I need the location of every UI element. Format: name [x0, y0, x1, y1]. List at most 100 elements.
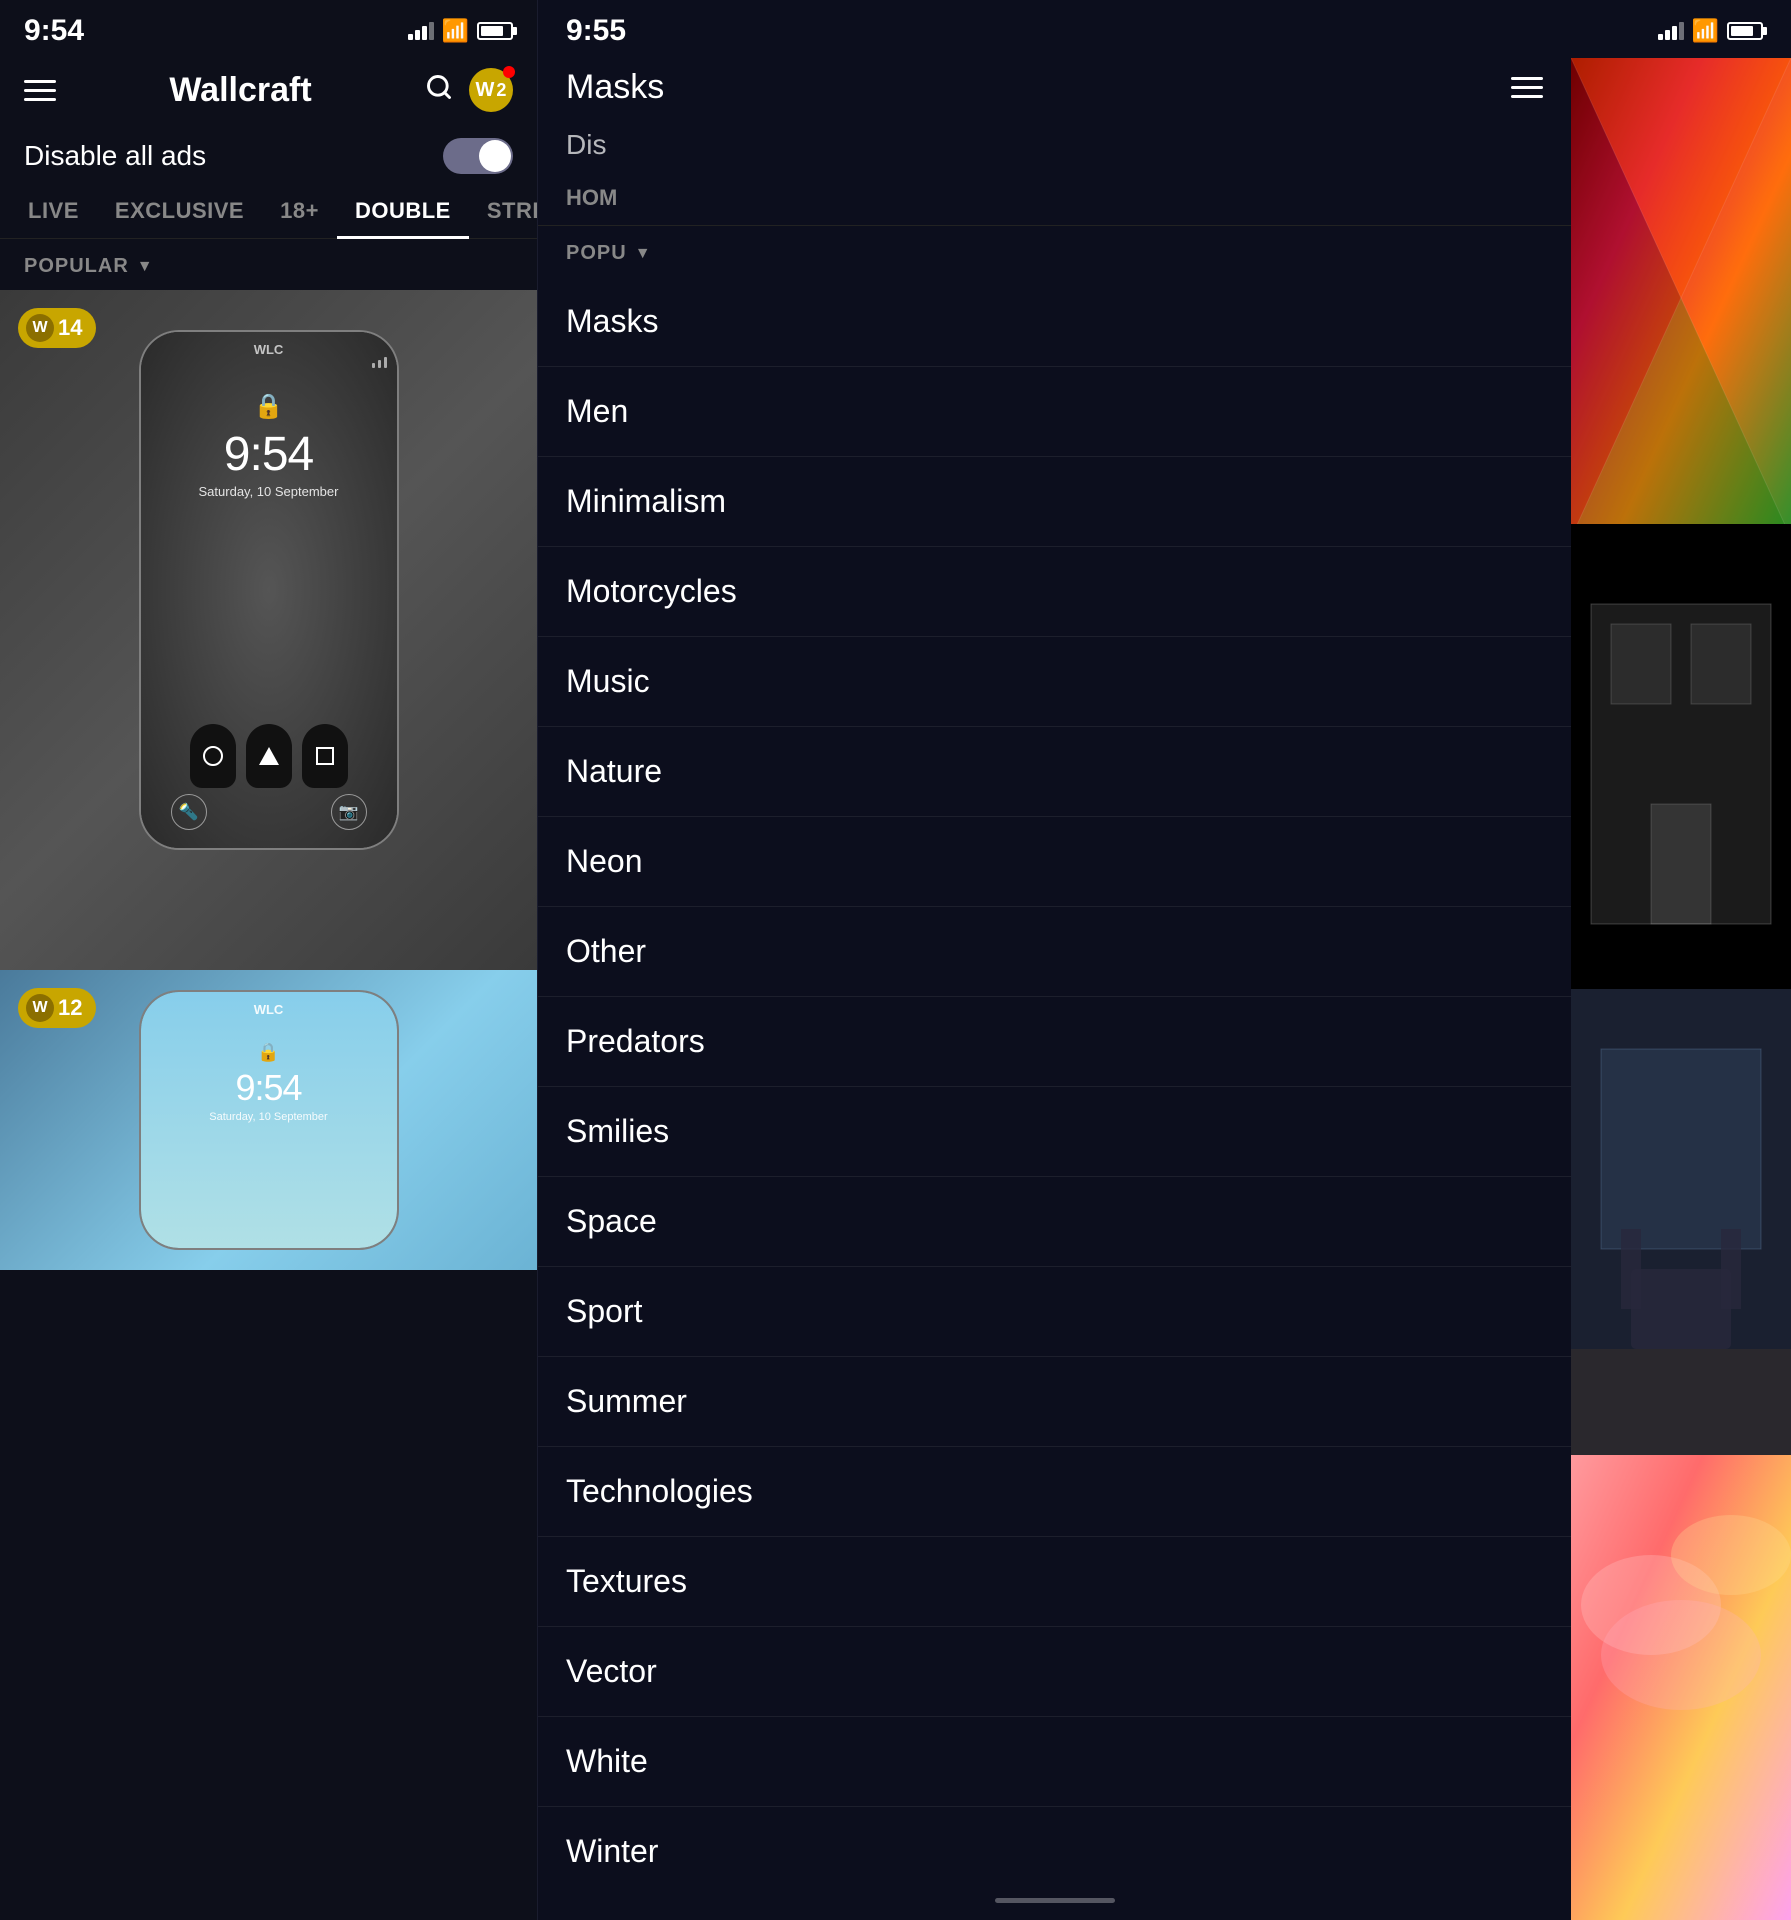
- menu-item-white[interactable]: White: [538, 1717, 1571, 1807]
- menu-item-space[interactable]: Space: [538, 1177, 1571, 1267]
- battery-icon-right: [1727, 22, 1763, 40]
- wallpaper-list: W 14 WLC 🔒: [0, 290, 537, 1920]
- status-icons-right: 📶: [1658, 18, 1763, 44]
- phone-label-2: WLC: [254, 1002, 284, 1017]
- menu-item-men[interactable]: Men: [538, 367, 1571, 457]
- phone-label-1: WLC: [254, 342, 284, 357]
- chevron-down-icon: ▼: [137, 258, 153, 276]
- hamburger-right[interactable]: [1511, 77, 1543, 98]
- thumb-arch-svg: [1571, 524, 1791, 990]
- menu-item-sport[interactable]: Sport: [538, 1267, 1571, 1357]
- app-title: Wallcraft: [169, 71, 311, 110]
- tab-exclusive[interactable]: EXCLUSIVE: [97, 184, 262, 238]
- wallpaper-card-1[interactable]: W 14 WLC 🔒: [0, 290, 537, 970]
- ads-toggle[interactable]: [443, 138, 513, 174]
- popular-row-right[interactable]: POPU ▼: [538, 226, 1571, 277]
- menu-item-summer[interactable]: Summer: [538, 1357, 1571, 1447]
- current-menu-title: Masks: [566, 68, 664, 107]
- phone-mockup-2: WLC 🔒 9:54 Saturday, 10 September: [139, 990, 399, 1250]
- tab-stream[interactable]: STREAM: [469, 184, 537, 238]
- phone-bottom-icons-1: 🔦 📷: [141, 794, 397, 830]
- menu-item-masks[interactable]: Masks: [538, 277, 1571, 367]
- menu-list: Masks Men Minimalism Motorcycles Music N…: [538, 277, 1571, 1880]
- phone-mockup-1: WLC 🔒 9:54 Saturday, 10 September: [139, 330, 399, 850]
- status-bar-right: 9:55 📶: [538, 0, 1791, 58]
- menu-item-music[interactable]: Music: [538, 637, 1571, 727]
- squid-char-square: [302, 724, 348, 788]
- coin-count-1: 14: [58, 315, 82, 341]
- menu-item-textures[interactable]: Textures: [538, 1537, 1571, 1627]
- flashlight-icon: 🔦: [171, 794, 207, 830]
- phone-date-1: Saturday, 10 September: [199, 484, 339, 499]
- lock-icon-1: 🔒: [199, 392, 339, 421]
- header-left: Wallcraft W 2: [0, 58, 537, 128]
- thumb-3[interactable]: [1571, 989, 1791, 1455]
- partial-tab-hom: HOM: [548, 171, 635, 225]
- thumb-sunset-svg: [1571, 1455, 1791, 1920]
- menu-item-winter[interactable]: Winter: [538, 1807, 1571, 1880]
- right-content: Masks Dis HOM POPU ▼: [538, 58, 1791, 1920]
- thumb-2[interactable]: [1571, 524, 1791, 990]
- squid-char-triangle: [246, 724, 292, 788]
- signal-icon-right: [1658, 22, 1684, 40]
- menu-item-nature[interactable]: Nature: [538, 727, 1571, 817]
- wallet-badge[interactable]: W 2: [469, 68, 513, 112]
- coin-count-2: 12: [58, 995, 82, 1021]
- home-indicator-right: [538, 1880, 1571, 1920]
- chevron-down-icon-right: ▼: [635, 245, 651, 263]
- popular-label-right: POPU: [566, 242, 627, 265]
- partial-ads-label: Dis: [566, 129, 606, 161]
- wallet-letter: W: [476, 79, 495, 102]
- partial-ads-row: Dis: [538, 123, 1571, 171]
- time-left: 9:54: [24, 14, 84, 48]
- thumb-room-svg: [1571, 989, 1791, 1455]
- status-icons-left: 📶: [408, 18, 513, 44]
- coin-badge-2: W 12: [18, 988, 96, 1028]
- phone-time-1: 9:54: [199, 427, 339, 482]
- hamburger-button[interactable]: [24, 80, 56, 101]
- menu-item-predators[interactable]: Predators: [538, 997, 1571, 1087]
- header-actions: W 2: [425, 68, 513, 112]
- ads-label: Disable all ads: [24, 140, 206, 172]
- home-bar-right: [995, 1898, 1115, 1903]
- wallet-icon-2: W: [26, 994, 54, 1022]
- tab-18plus[interactable]: 18+: [262, 184, 337, 238]
- thumbs-column: [1571, 58, 1791, 1920]
- signal-icon: [408, 22, 434, 40]
- menu-item-motorcycles[interactable]: Motorcycles: [538, 547, 1571, 637]
- phone-screen-1: WLC 🔒 9:54 Saturday, 10 September: [141, 332, 397, 848]
- wifi-icon-right: 📶: [1692, 18, 1719, 44]
- nav-tabs-right-partial: HOM: [538, 171, 1571, 226]
- menu-item-smilies[interactable]: Smilies: [538, 1087, 1571, 1177]
- wallet-count: 2: [496, 80, 506, 101]
- wifi-icon: 📶: [442, 18, 469, 44]
- tab-double[interactable]: DOUBLE: [337, 184, 469, 238]
- menu-item-technologies[interactable]: Technologies: [538, 1447, 1571, 1537]
- menu-column: Masks Dis HOM POPU ▼: [538, 58, 1571, 1920]
- search-button[interactable]: [425, 73, 453, 108]
- thumb-4[interactable]: [1571, 1455, 1791, 1920]
- squid-char-circle: [190, 724, 236, 788]
- lock-icon-2: 🔒: [209, 1042, 327, 1063]
- ads-row: Disable all ads: [0, 128, 537, 184]
- wallpaper-card-2[interactable]: W 12 WLC 🔒 9:54 Saturday, 10 September: [0, 970, 537, 1270]
- phone-time-2: 9:54: [209, 1067, 327, 1109]
- battery-icon: [477, 22, 513, 40]
- left-panel: 9:54 📶 Wallcraft: [0, 0, 537, 1920]
- menu-item-other[interactable]: Other: [538, 907, 1571, 997]
- phone-screen-2: WLC 🔒 9:54 Saturday, 10 September: [141, 992, 397, 1248]
- status-bar-left: 9:54 📶: [0, 0, 537, 58]
- thumb-geo-svg: [1571, 58, 1791, 524]
- tab-live[interactable]: LIVE: [10, 184, 97, 238]
- popular-row[interactable]: POPULAR ▼: [0, 239, 537, 290]
- thumb-1[interactable]: [1571, 58, 1791, 524]
- toggle-knob: [479, 140, 511, 172]
- menu-item-minimalism[interactable]: Minimalism: [538, 457, 1571, 547]
- menu-item-vector[interactable]: Vector: [538, 1627, 1571, 1717]
- time-right: 9:55: [566, 14, 626, 48]
- menu-item-neon[interactable]: Neon: [538, 817, 1571, 907]
- nav-tabs: LIVE EXCLUSIVE 18+ DOUBLE STREAM: [0, 184, 537, 239]
- right-panel: 9:55 📶 Masks: [537, 0, 1791, 1920]
- notification-dot: [503, 66, 515, 78]
- camera-icon: 📷: [331, 794, 367, 830]
